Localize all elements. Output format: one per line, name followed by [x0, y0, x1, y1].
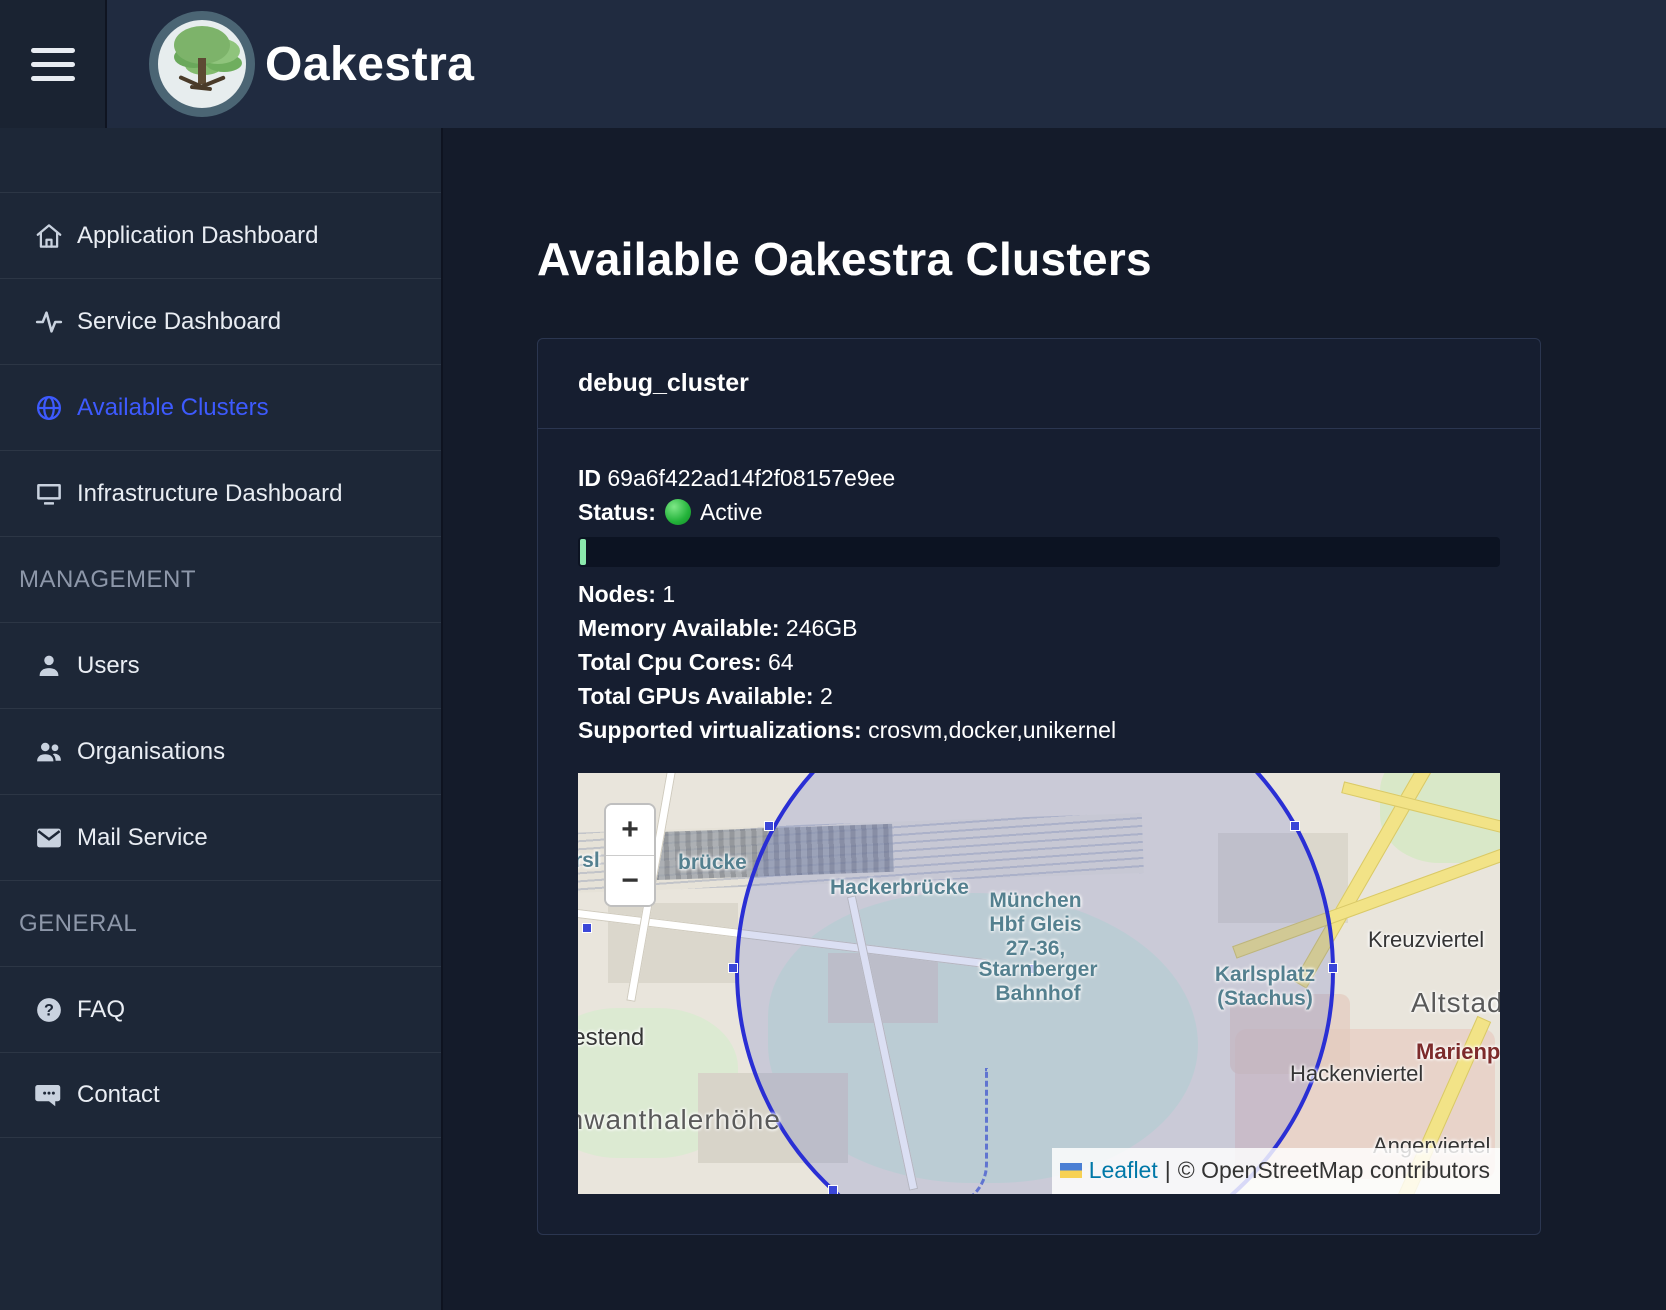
cluster-load-bar	[578, 537, 1500, 567]
attribution-separator: |	[1165, 1153, 1171, 1187]
circle-edit-handle[interactable]	[764, 821, 774, 831]
circle-edit-handle[interactable]	[828, 1185, 838, 1194]
sidebar-item-infrastructure-dashboard[interactable]: Infrastructure Dashboard	[0, 450, 441, 536]
zoom-in-button[interactable]: +	[606, 805, 654, 855]
cluster-status-label: Status:	[578, 495, 656, 529]
activity-icon	[34, 307, 64, 337]
cluster-status-line: Status: Active	[578, 495, 1500, 529]
page-title: Available Oakestra Clusters	[537, 232, 1666, 286]
sidebar-item-organisations[interactable]: Organisations	[0, 708, 441, 794]
top-header: Oakestra	[0, 0, 1666, 128]
sidebar-item-service-dashboard[interactable]: Service Dashboard	[0, 278, 441, 364]
cluster-load-bar-fill	[580, 539, 586, 565]
circle-edit-handle[interactable]	[728, 963, 738, 973]
sidebar-item-users[interactable]: Users	[0, 622, 441, 708]
sidebar-item-label: Application Dashboard	[77, 222, 319, 250]
users-icon	[34, 737, 64, 767]
map-label: München Hbf Gleis 27-36,	[973, 889, 1098, 961]
cluster-id-line: ID 69a6f422ad14f2f08157e9ee	[578, 461, 1500, 495]
sidebar-item-application-dashboard[interactable]: Application Dashboard	[0, 192, 441, 278]
cluster-status-value: Active	[700, 495, 763, 529]
sidebar-item-label: Users	[77, 652, 140, 680]
cluster-field-virtualizations: Supported virtualizations: crosvm,docker…	[578, 713, 1500, 747]
cluster-map[interactable]: rsl brücke Hackerbrücke München Hbf Glei…	[578, 773, 1500, 1194]
brand: Oakestra	[107, 0, 474, 128]
app-title: Oakestra	[265, 37, 474, 92]
sidebar-item-label: Contact	[77, 1081, 160, 1109]
svg-text:?: ?	[44, 1001, 54, 1019]
sidebar-item-label: Mail Service	[77, 824, 208, 852]
map-label: Westend	[578, 1021, 644, 1055]
sidebar-item-label: FAQ	[77, 996, 125, 1024]
mail-icon	[34, 823, 64, 853]
sidebar-section-general: GENERAL	[0, 880, 441, 966]
cluster-field-gpu: Total GPUs Available: 2	[578, 679, 1500, 713]
main-content: Available Oakestra Clusters debug_cluste…	[443, 128, 1666, 1310]
sidebar-item-label: Service Dashboard	[77, 308, 281, 336]
status-active-icon	[665, 499, 691, 525]
map-label: brücke	[678, 851, 747, 875]
ukraine-flag-icon	[1060, 1163, 1082, 1178]
map-label: Schwanthalerhöhe	[578, 1103, 781, 1137]
server-icon	[34, 479, 64, 509]
oakestra-logo-icon	[149, 11, 255, 117]
sidebar-item-mail-service[interactable]: Mail Service	[0, 794, 441, 880]
sidebar-item-label: Infrastructure Dashboard	[77, 480, 342, 508]
sidebar-item-label: Organisations	[77, 738, 225, 766]
osm-attribution-text: © OpenStreetMap contributors	[1178, 1153, 1490, 1187]
cluster-field-memory: Memory Available: 246GB	[578, 611, 1500, 645]
cluster-id-label: ID	[578, 465, 601, 491]
sidebar: Application Dashboard Service Dashboard …	[0, 128, 443, 1310]
sidebar-toggle-button[interactable]	[0, 0, 107, 128]
map-label: Hackenviertel	[1290, 1057, 1423, 1091]
help-icon: ?	[34, 995, 64, 1025]
map-label: Starnberger Bahnhof	[963, 958, 1113, 1006]
map-attribution: Leaflet | © OpenStreetMap contributors	[1052, 1148, 1500, 1194]
cluster-id-value: 69a6f422ad14f2f08157e9ee	[607, 465, 895, 491]
map-label: rsl	[578, 849, 600, 873]
map-label: Altstadt	[1411, 986, 1500, 1020]
cluster-field-nodes: Nodes: 1	[578, 577, 1500, 611]
globe-icon	[34, 393, 64, 423]
cluster-name: debug_cluster	[538, 339, 1540, 429]
chat-icon	[34, 1080, 64, 1110]
map-label: Kreuzviertel	[1368, 923, 1484, 957]
hamburger-icon	[31, 48, 75, 81]
circle-edit-handle[interactable]	[1290, 821, 1300, 831]
cluster-field-cpu: Total Cpu Cores: 64	[578, 645, 1500, 679]
map-label: Karlsplatz (Stachus)	[1190, 963, 1340, 1011]
sidebar-item-faq[interactable]: ? FAQ	[0, 966, 441, 1052]
sidebar-section-management: MANAGEMENT	[0, 536, 441, 622]
cluster-card: debug_cluster ID 69a6f422ad14f2f08157e9e…	[537, 338, 1541, 1235]
user-icon	[34, 651, 64, 681]
map-label: Marienpl	[1416, 1035, 1500, 1069]
map-label: Hackerbrücke	[830, 876, 969, 900]
sidebar-item-contact[interactable]: Contact	[0, 1052, 441, 1138]
leaflet-attribution-link[interactable]: Leaflet	[1089, 1153, 1158, 1187]
map-zoom-control: + −	[604, 803, 656, 907]
sidebar-item-available-clusters[interactable]: Available Clusters	[0, 364, 441, 450]
home-icon	[34, 221, 64, 251]
circle-edit-handle[interactable]	[582, 923, 592, 933]
sidebar-item-label: Available Clusters	[77, 394, 269, 422]
zoom-out-button[interactable]: −	[606, 855, 654, 905]
map-dashed-path	[928, 1068, 988, 1194]
